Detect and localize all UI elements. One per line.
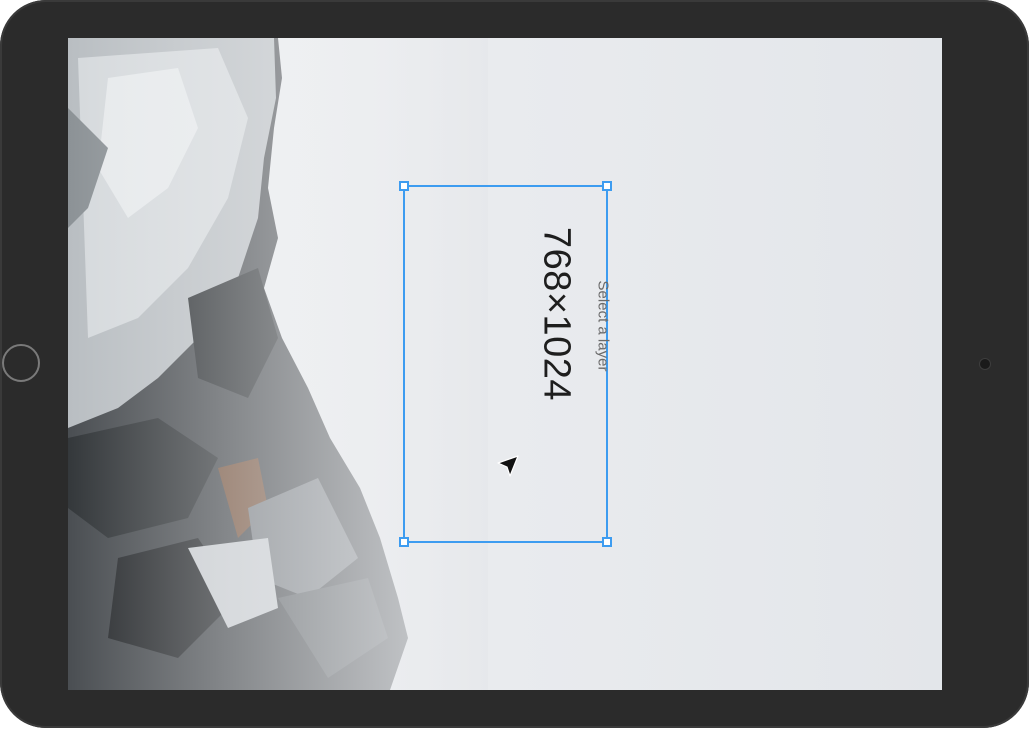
resize-handle-top-right[interactable] [602,181,612,191]
arrow-cursor-icon [497,455,519,477]
artboard-dimensions-label: 768×1024 [535,226,578,402]
resize-handle-top-left[interactable] [399,181,409,191]
home-button-icon[interactable] [2,344,40,382]
camera-icon [980,359,990,369]
resize-handle-bottom-left[interactable] [399,537,409,547]
artboard-selection-frame[interactable]: Select a layer 768×1024 [399,181,612,547]
resize-handle-bottom-right[interactable] [602,537,612,547]
canvas-screen[interactable]: Select a layer 768×1024 [68,38,942,690]
ipad-device-frame: Select a layer 768×1024 [0,0,1029,728]
select-layer-hint: Select a layer [594,280,612,372]
